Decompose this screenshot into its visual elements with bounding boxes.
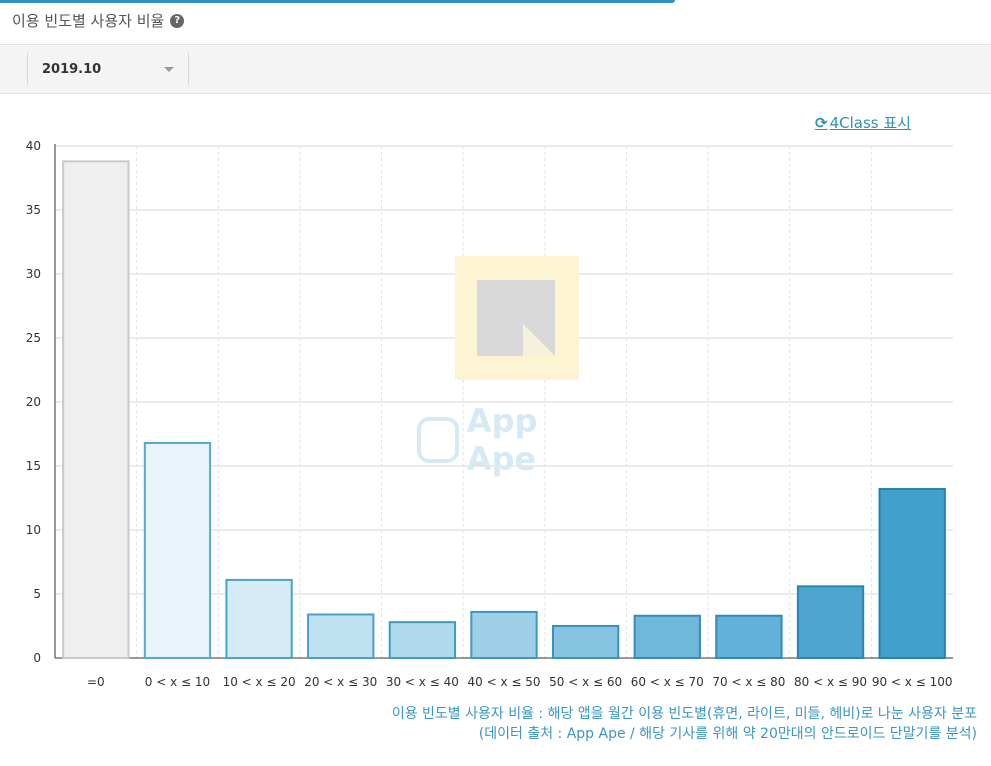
bar [796,585,865,660]
x-tick-label: 80 < x ≤ 90 [794,675,867,689]
x-tick-label: 50 < x ≤ 60 [549,675,622,689]
help-icon[interactable]: ? [170,13,185,28]
x-tick-label: 70 < x ≤ 80 [712,675,785,689]
chart-caption: 이용 빈도별 사용자 비율 : 해당 앱을 월간 이용 빈도별(휴면, 라이트,… [392,704,977,744]
x-tick-label: 90 < x ≤ 100 [872,675,953,689]
page-title: 이용 빈도별 사용자 비율 ? [12,10,185,31]
y-tick-label: 5 [33,587,41,601]
caption-line-2: (데이터 출처 : App Ape / 해당 기사를 위해 약 20만대의 안드… [478,726,977,742]
page-title-text: 이용 빈도별 사용자 비율 [12,12,165,30]
bar [225,578,293,660]
y-tick-label: 20 [26,395,41,409]
x-tick-label: 0 < x ≤ 10 [145,675,210,689]
bar [143,441,212,659]
x-tick-label: =0 [87,675,105,689]
x-tick-label: 20 < x ≤ 30 [304,675,377,689]
period-select-value: 2019.10 [42,61,102,77]
bar [551,625,620,659]
top-accent-bar [0,0,675,3]
x-tick-label: 10 < x ≤ 20 [223,675,296,689]
y-tick-label: 15 [26,459,41,473]
x-tick-label: 60 < x ≤ 70 [631,675,704,689]
bar [715,614,783,660]
period-select[interactable]: 2019.10 [27,53,189,85]
bar [307,613,375,660]
caption-line-1: 이용 빈도별 사용자 비율 : 해당 앱을 월간 이용 빈도별(휴면, 라이트,… [391,706,977,722]
x-tick-label: 40 < x ≤ 50 [467,675,540,689]
x-tick-label: 30 < x ≤ 40 [386,675,459,689]
refresh-icon: ⟳ [815,113,828,132]
y-tick-label: 40 [26,139,41,153]
chevron-down-icon [164,66,174,72]
bar [388,621,457,660]
bar [633,614,701,660]
y-tick-label: 25 [26,331,41,345]
y-tick-label: 30 [26,267,41,281]
usage-frequency-bar-chart: 0 5 10 15 20 25 30 35 40 =0 0 < x ≤ 10 10 < x ≤ 20 2… [26,139,953,689]
bar [470,610,538,660]
bar [878,488,946,660]
y-tick-label: 35 [26,203,41,217]
toolbar: 2019.10 [0,44,991,94]
y-tick-label: 10 [26,523,41,537]
y-tick-label: 0 [33,651,41,665]
bar [62,160,130,660]
